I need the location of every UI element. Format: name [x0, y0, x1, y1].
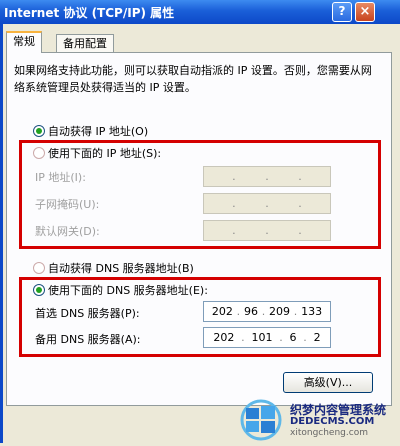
watermark-logo-icon: [240, 399, 282, 441]
close-button[interactable]: ×: [355, 2, 375, 22]
watermark: 织梦内容管理系统 DEDECMS.COM xitongcheng.com: [234, 396, 400, 443]
tab-alternate-config[interactable]: 备用配置: [56, 34, 114, 54]
window-frame: [0, 24, 3, 443]
auto-dns-radio[interactable]: [33, 262, 45, 274]
help-button[interactable]: ?: [332, 2, 352, 22]
watermark-line3: xitongcheng.com: [290, 428, 368, 438]
advanced-button[interactable]: 高级(V)...: [283, 372, 373, 393]
auto-ip-label[interactable]: 自动获得 IP 地址(O): [48, 123, 148, 139]
window-title: Internet 协议 (TCP/IP) 属性: [4, 6, 175, 20]
watermark-line2: DEDECMS.COM: [290, 416, 375, 427]
tab-general[interactable]: 常规: [6, 31, 42, 53]
highlight-box-dns: [19, 277, 381, 357]
description-text: 如果网络支持此功能，则可以获取自动指派的 IP 设置。否则，您需要从网络系统管理…: [14, 64, 372, 94]
highlight-box-ip: [19, 140, 381, 249]
auto-dns-label[interactable]: 自动获得 DNS 服务器地址(B): [48, 260, 194, 276]
auto-ip-radio[interactable]: [33, 125, 45, 137]
